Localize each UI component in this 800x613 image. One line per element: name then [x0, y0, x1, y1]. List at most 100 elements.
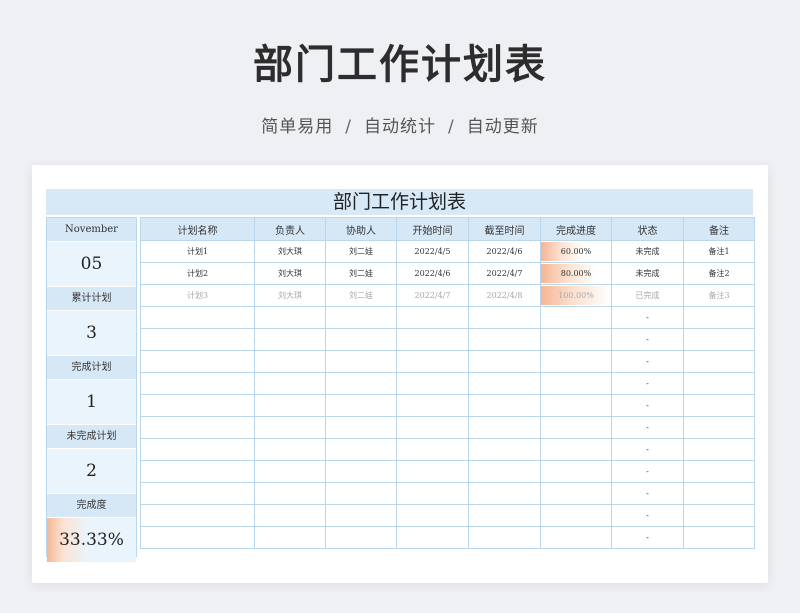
cell-empty[interactable]: [683, 526, 755, 549]
cell-empty[interactable]: [683, 306, 755, 329]
uncompleted-plans-label[interactable]: 未完成计划: [47, 425, 136, 449]
cell-end-time[interactable]: 2022/4/8: [468, 284, 541, 307]
cell-empty[interactable]: [540, 306, 612, 329]
uncompleted-plans-value[interactable]: 2: [47, 449, 136, 494]
cell-empty[interactable]: [254, 372, 326, 395]
cell-empty[interactable]: [140, 438, 255, 461]
completion-rate-value[interactable]: 33.33%: [47, 518, 136, 562]
cell-empty[interactable]: [540, 328, 612, 351]
cell-empty[interactable]: [140, 350, 255, 373]
cell-empty[interactable]: [683, 416, 755, 439]
cell-empty[interactable]: [683, 394, 755, 417]
cell-empty[interactable]: [540, 416, 612, 439]
cell-empty[interactable]: [540, 526, 612, 549]
cell-plan-name[interactable]: 计划1: [140, 240, 255, 263]
total-plans-label[interactable]: 累计计划: [47, 287, 136, 311]
cell-owner[interactable]: 刘大琪: [254, 240, 326, 263]
cell-empty[interactable]: [254, 394, 326, 417]
cell-plan-name[interactable]: 计划3: [140, 284, 255, 307]
cell-status[interactable]: 已完成: [611, 284, 684, 307]
cell-status[interactable]: -: [611, 372, 684, 395]
cell-empty[interactable]: [140, 460, 255, 483]
cell-empty[interactable]: [254, 482, 326, 505]
cell-empty[interactable]: [396, 460, 469, 483]
cell-empty[interactable]: [468, 306, 541, 329]
cell-status[interactable]: -: [611, 306, 684, 329]
cell-empty[interactable]: [540, 372, 612, 395]
header-plan-name[interactable]: 计划名称: [140, 217, 255, 241]
cell-empty[interactable]: [325, 328, 397, 351]
sheet-title[interactable]: 部门工作计划表: [46, 189, 753, 215]
cell-status[interactable]: -: [611, 438, 684, 461]
cell-empty[interactable]: [468, 482, 541, 505]
cell-end-time[interactable]: 2022/4/7: [468, 262, 541, 285]
completed-plans-value[interactable]: 1: [47, 380, 136, 425]
completion-rate-label[interactable]: 完成度: [47, 494, 136, 518]
cell-empty[interactable]: [140, 306, 255, 329]
cell-empty[interactable]: [683, 460, 755, 483]
cell-status[interactable]: -: [611, 416, 684, 439]
cell-status[interactable]: 未完成: [611, 262, 684, 285]
cell-empty[interactable]: [396, 306, 469, 329]
cell-note[interactable]: 备注3: [683, 284, 755, 307]
cell-empty[interactable]: [254, 460, 326, 483]
cell-empty[interactable]: [140, 328, 255, 351]
cell-empty[interactable]: [683, 438, 755, 461]
cell-empty[interactable]: [396, 438, 469, 461]
cell-empty[interactable]: [396, 394, 469, 417]
cell-empty[interactable]: [325, 350, 397, 373]
cell-empty[interactable]: [254, 438, 326, 461]
cell-empty[interactable]: [683, 350, 755, 373]
cell-status[interactable]: -: [611, 328, 684, 351]
cell-start-time[interactable]: 2022/4/6: [396, 262, 469, 285]
cell-status[interactable]: -: [611, 482, 684, 505]
cell-empty[interactable]: [468, 372, 541, 395]
day-value[interactable]: 05: [47, 242, 136, 287]
cell-empty[interactable]: [254, 504, 326, 527]
cell-empty[interactable]: [683, 328, 755, 351]
cell-empty[interactable]: [325, 306, 397, 329]
cell-empty[interactable]: [396, 350, 469, 373]
cell-empty[interactable]: [325, 460, 397, 483]
cell-note[interactable]: 备注1: [683, 240, 755, 263]
cell-owner[interactable]: 刘大琪: [254, 284, 326, 307]
cell-empty[interactable]: [540, 482, 612, 505]
cell-progress[interactable]: 80.00%: [540, 262, 612, 285]
cell-empty[interactable]: [468, 394, 541, 417]
total-plans-value[interactable]: 3: [47, 311, 136, 356]
cell-empty[interactable]: [540, 460, 612, 483]
cell-empty[interactable]: [140, 504, 255, 527]
cell-empty[interactable]: [254, 306, 326, 329]
month-label[interactable]: November: [47, 218, 136, 242]
cell-empty[interactable]: [140, 416, 255, 439]
cell-start-time[interactable]: 2022/4/7: [396, 284, 469, 307]
cell-empty[interactable]: [468, 460, 541, 483]
cell-empty[interactable]: [140, 482, 255, 505]
cell-empty[interactable]: [396, 482, 469, 505]
cell-empty[interactable]: [325, 372, 397, 395]
cell-empty[interactable]: [325, 438, 397, 461]
cell-empty[interactable]: [396, 372, 469, 395]
cell-helper[interactable]: 刘二娃: [325, 262, 397, 285]
cell-empty[interactable]: [540, 504, 612, 527]
cell-empty[interactable]: [396, 416, 469, 439]
cell-helper[interactable]: 刘二娃: [325, 284, 397, 307]
cell-empty[interactable]: [396, 328, 469, 351]
cell-empty[interactable]: [468, 504, 541, 527]
cell-status[interactable]: -: [611, 460, 684, 483]
cell-empty[interactable]: [325, 526, 397, 549]
cell-end-time[interactable]: 2022/4/6: [468, 240, 541, 263]
cell-empty[interactable]: [254, 416, 326, 439]
cell-empty[interactable]: [140, 372, 255, 395]
header-progress[interactable]: 完成进度: [540, 217, 612, 241]
cell-empty[interactable]: [683, 482, 755, 505]
header-end-time[interactable]: 截至时间: [468, 217, 541, 241]
cell-helper[interactable]: 刘二娃: [325, 240, 397, 263]
cell-empty[interactable]: [396, 504, 469, 527]
cell-empty[interactable]: [325, 394, 397, 417]
cell-status[interactable]: -: [611, 350, 684, 373]
cell-empty[interactable]: [540, 350, 612, 373]
cell-empty[interactable]: [540, 438, 612, 461]
header-note[interactable]: 备注: [683, 217, 755, 241]
header-start-time[interactable]: 开始时间: [396, 217, 469, 241]
